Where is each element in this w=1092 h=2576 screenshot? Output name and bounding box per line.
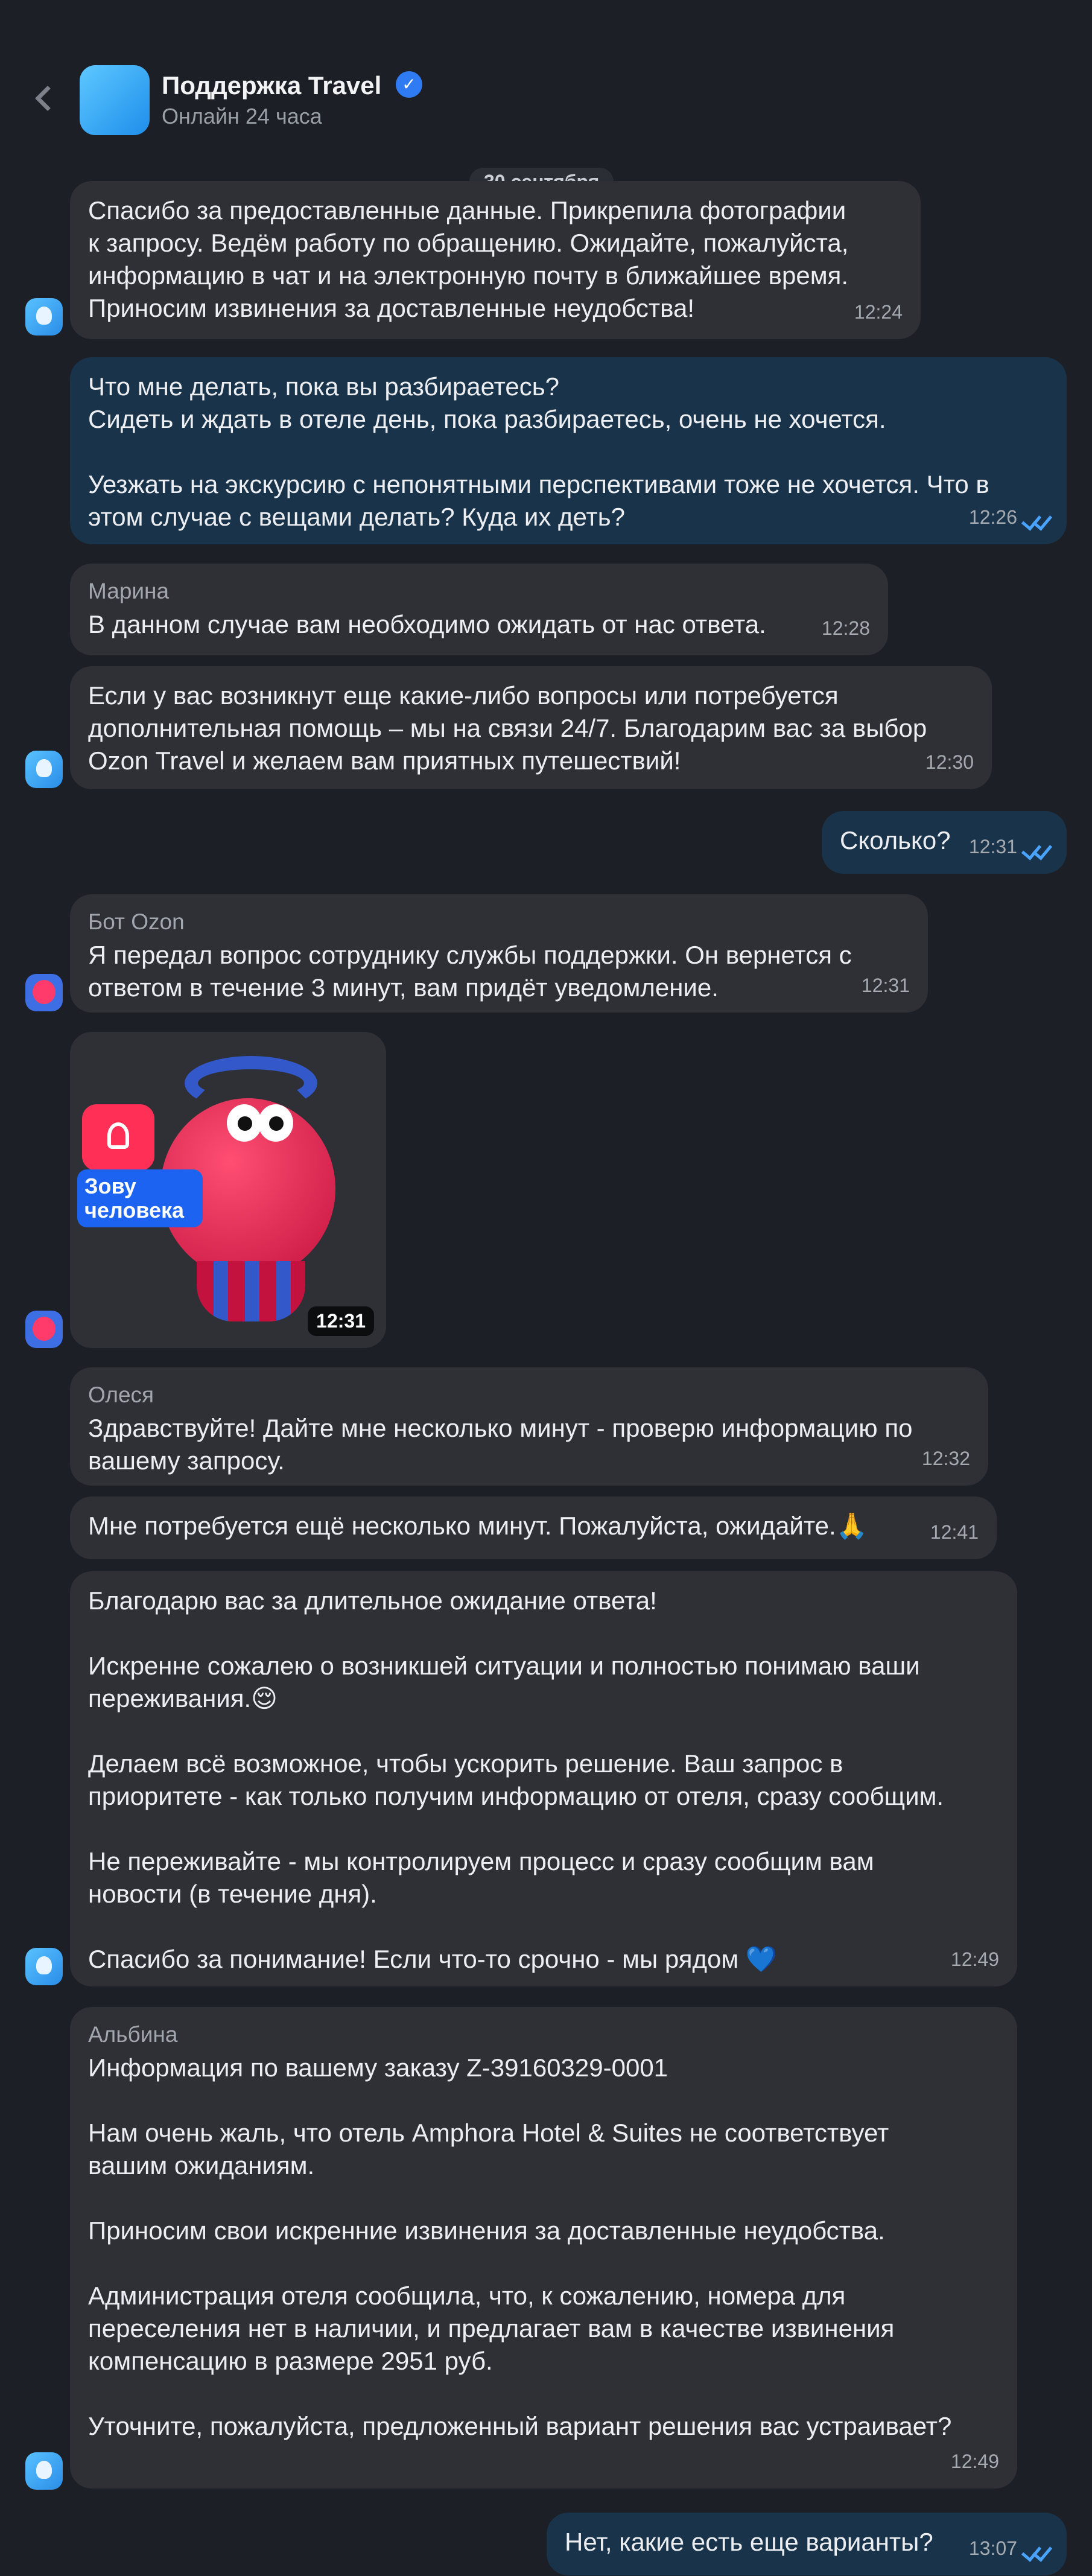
message-time: 12:32 bbox=[921, 1448, 970, 1469]
message-time: 12:26 bbox=[968, 506, 1017, 528]
message-time: 12:41 bbox=[930, 1521, 979, 1543]
chat-status: Онлайн 24 часа bbox=[162, 104, 322, 129]
message-text: Я передал вопрос сотруднику службы подде… bbox=[88, 941, 852, 1002]
message-text: Благодарю вас за длительное ожидание отв… bbox=[88, 1586, 944, 1973]
support-avatar bbox=[25, 751, 63, 788]
message-time: 12:31 bbox=[968, 836, 1017, 857]
sender-name: Олеся bbox=[88, 1382, 154, 1407]
back-button[interactable] bbox=[30, 84, 61, 112]
message-incoming[interactable]: Мне потребуется ещё несколько минут. Пож… bbox=[70, 1496, 997, 1559]
support-icon bbox=[36, 2461, 52, 2479]
mascot-legs bbox=[197, 1261, 305, 1321]
message-text: Если у вас возникнут еще какие-либо вопр… bbox=[88, 681, 927, 775]
read-check-icon bbox=[1022, 515, 1051, 530]
chevron-left-icon bbox=[34, 85, 61, 112]
message-text: Что мне делать, пока вы разбираетесь? Си… bbox=[88, 372, 989, 531]
person-icon bbox=[82, 1104, 154, 1171]
message-text: Здравствуйте! Дайте мне несколько минут … bbox=[88, 1414, 913, 1475]
support-icon bbox=[36, 759, 52, 777]
message-time: 13:07 bbox=[968, 2537, 1017, 2559]
message-outgoing[interactable]: Что мне делать, пока вы разбираетесь? Си… bbox=[70, 357, 1067, 544]
message-time: 12:30 bbox=[925, 751, 974, 773]
support-avatar bbox=[25, 298, 63, 336]
sender-name: Альбина bbox=[88, 2022, 178, 2047]
message-time: 12:24 bbox=[854, 301, 903, 323]
message-outgoing[interactable]: Сколько? 12:31 bbox=[822, 811, 1067, 874]
mascot-eye bbox=[227, 1104, 262, 1142]
bot-mascot-icon bbox=[33, 980, 56, 1004]
message-text: В данном случае вам необходимо ожидать о… bbox=[88, 610, 766, 638]
message-text: Сколько? bbox=[840, 826, 951, 854]
message-time: 12:49 bbox=[950, 2450, 999, 2472]
sender-name: Бот Ozon bbox=[88, 909, 185, 934]
read-check-icon bbox=[1022, 2546, 1051, 2561]
message-incoming[interactable]: Если у вас возникнут еще какие-либо вопр… bbox=[70, 666, 992, 789]
sender-name: Марина bbox=[88, 579, 170, 603]
mascot-eye bbox=[258, 1104, 293, 1142]
message-incoming[interactable]: Спасибо за предоставленные данные. Прикр… bbox=[70, 181, 921, 339]
message-incoming[interactable]: Альбина Информация по вашему заказу Z-39… bbox=[70, 2007, 1017, 2489]
message-time: 12:31 bbox=[308, 1306, 374, 1336]
message-incoming[interactable]: Олеся Здравствуйте! Дайте мне несколько … bbox=[70, 1367, 988, 1486]
message-incoming[interactable]: Бот Ozon Я передал вопрос сотруднику слу… bbox=[70, 894, 928, 1013]
sticker-caption: Зову человека bbox=[77, 1169, 203, 1227]
sticker-message[interactable]: Зову человека 12:31 bbox=[70, 1032, 386, 1348]
support-icon bbox=[36, 1956, 52, 1974]
message-time: 12:31 bbox=[861, 975, 910, 996]
message-outgoing[interactable]: Нет, какие есть еще варианты? 13:07 bbox=[547, 2513, 1067, 2575]
message-incoming[interactable]: Марина В данном случае вам необходимо ож… bbox=[70, 564, 888, 655]
read-check-icon bbox=[1022, 845, 1051, 859]
message-text: Спасибо за предоставленные данные. Прикр… bbox=[88, 196, 849, 322]
support-avatar bbox=[25, 1948, 63, 1985]
message-text: Информация по вашему заказу Z-39160329-0… bbox=[88, 2053, 952, 2440]
chat-avatar[interactable] bbox=[80, 65, 150, 135]
bot-avatar bbox=[25, 974, 63, 1011]
support-icon bbox=[36, 307, 52, 325]
message-time: 12:28 bbox=[821, 617, 870, 639]
bot-avatar bbox=[25, 1311, 63, 1348]
message-incoming[interactable]: Благодарю вас за длительное ожидание отв… bbox=[70, 1571, 1017, 1986]
message-text: Мне потребуется ещё несколько минут. Пож… bbox=[88, 1512, 868, 1540]
message-time: 12:49 bbox=[950, 1948, 999, 1970]
support-avatar bbox=[25, 2452, 63, 2490]
chat-title[interactable]: Поддержка Travel bbox=[162, 71, 381, 100]
bot-mascot-icon bbox=[33, 1317, 56, 1341]
verified-icon: ✓ bbox=[396, 71, 422, 98]
chat-header: Поддержка Travel ✓ Онлайн 24 часа bbox=[0, 0, 1092, 148]
